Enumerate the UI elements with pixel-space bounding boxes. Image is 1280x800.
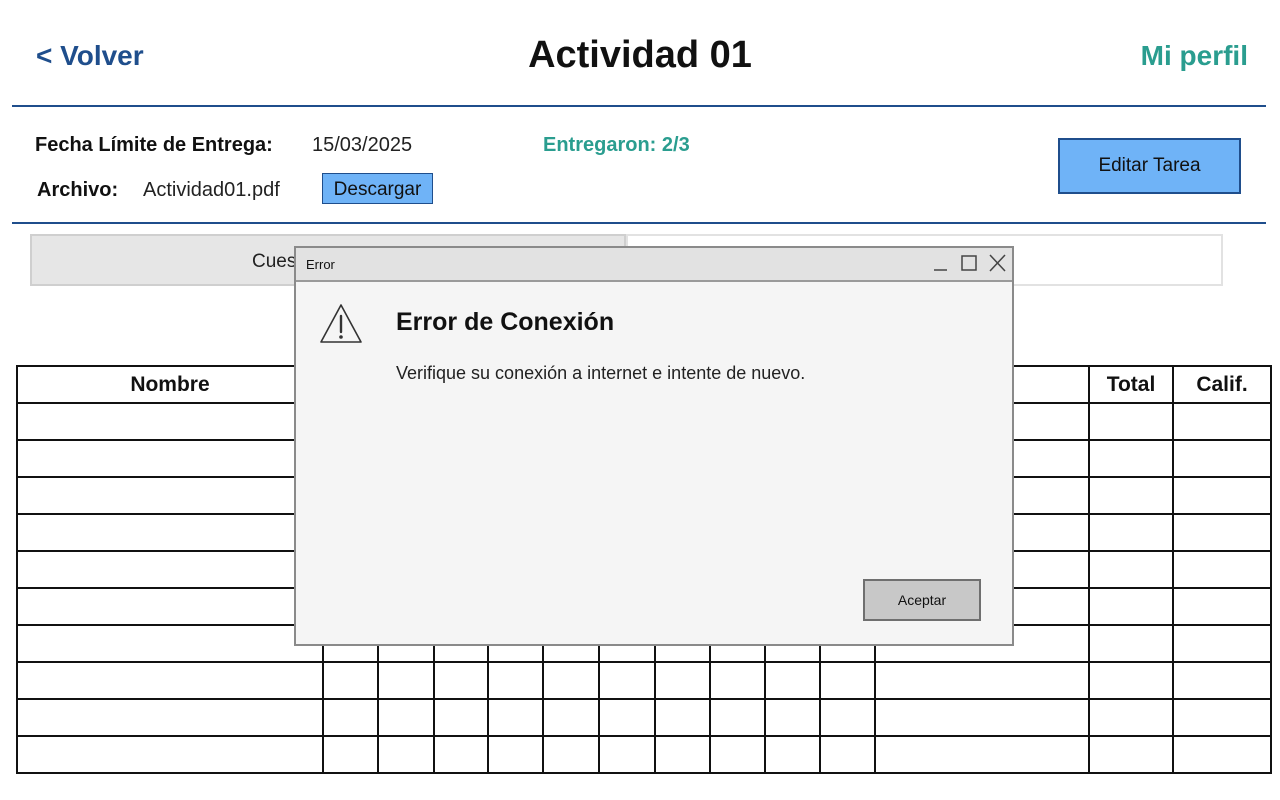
table-cell (1088, 402, 1174, 441)
deadline-label: Fecha Límite de Entrega: (35, 134, 273, 156)
table-cell (819, 698, 876, 737)
table-cell (709, 661, 766, 700)
error-dialog: Error Error de Conexión Verifique su con… (294, 246, 1014, 646)
table-row (16, 698, 1272, 737)
table-row (16, 735, 1272, 774)
table-cell (764, 698, 821, 737)
table-cell (1172, 476, 1272, 515)
info-divider (12, 222, 1266, 224)
tab-label: Cues (252, 251, 297, 272)
table-cell (433, 698, 489, 737)
table-cell (1172, 624, 1272, 663)
accept-button[interactable]: Aceptar (863, 579, 981, 621)
table-cell (16, 698, 324, 737)
table-cell (1172, 735, 1272, 774)
table-cell (654, 735, 711, 774)
close-icon[interactable] (986, 252, 1008, 274)
submissions-count: Entregaron: 2/3 (543, 134, 690, 156)
deadline-value: 15/03/2025 (312, 134, 413, 156)
column-header: Calif. (1172, 365, 1272, 404)
table-cell (377, 735, 435, 774)
page-title: Actividad 01 (528, 34, 752, 76)
table-cell (433, 735, 489, 774)
dialog-heading: Error de Conexión (396, 308, 615, 336)
table-cell (1088, 698, 1174, 737)
table-cell (487, 698, 544, 737)
table-cell (16, 402, 324, 441)
edit-task-button[interactable]: Editar Tarea (1058, 138, 1241, 194)
table-cell (487, 735, 544, 774)
table-cell (1172, 698, 1272, 737)
dialog-window-title: Error (306, 257, 335, 272)
table-cell (819, 661, 876, 700)
table-cell (1088, 476, 1174, 515)
table-cell (1172, 513, 1272, 552)
table-cell (322, 661, 379, 700)
table-cell (16, 624, 324, 663)
dialog-titlebar: Error (296, 248, 1012, 282)
download-button[interactable]: Descargar (322, 173, 433, 204)
table-cell (1172, 587, 1272, 626)
table-cell (1088, 735, 1174, 774)
profile-link[interactable]: Mi perfil (1141, 40, 1248, 72)
table-cell (874, 735, 1090, 774)
table-cell (874, 661, 1090, 700)
table-cell (377, 698, 435, 737)
minimize-icon[interactable] (930, 252, 952, 274)
table-cell (16, 587, 324, 626)
header-divider (12, 105, 1266, 107)
dialog-message: Verifique su conexión a internet e inten… (396, 363, 806, 383)
table-cell (1172, 402, 1272, 441)
table-cell (654, 698, 711, 737)
table-cell (1088, 550, 1174, 589)
table-cell (16, 735, 324, 774)
maximize-icon[interactable] (958, 252, 980, 274)
table-cell (1088, 439, 1174, 478)
table-cell (709, 698, 766, 737)
table-cell (819, 735, 876, 774)
table-cell (764, 735, 821, 774)
warning-icon (320, 304, 362, 343)
table-cell (1172, 439, 1272, 478)
table-row (16, 661, 1272, 700)
column-header: Total (1088, 365, 1174, 404)
table-cell (874, 698, 1090, 737)
table-cell (542, 661, 600, 700)
table-cell (654, 661, 711, 700)
table-cell (322, 698, 379, 737)
table-cell (487, 661, 544, 700)
table-cell (1088, 513, 1174, 552)
table-cell (16, 476, 324, 515)
table-cell (1088, 587, 1174, 626)
table-cell (1088, 624, 1174, 663)
table-cell (433, 661, 489, 700)
table-cell (598, 698, 656, 737)
file-label: Archivo: (37, 179, 119, 201)
file-name: Actividad01.pdf (143, 179, 280, 201)
table-cell (542, 735, 600, 774)
table-cell (542, 698, 600, 737)
table-cell (764, 661, 821, 700)
table-cell (598, 661, 656, 700)
table-cell (16, 661, 324, 700)
table-cell (377, 661, 435, 700)
table-cell (709, 735, 766, 774)
table-cell (322, 735, 379, 774)
table-cell (1172, 661, 1272, 700)
table-cell (16, 439, 324, 478)
table-cell (16, 550, 324, 589)
table-cell (1172, 550, 1272, 589)
column-header: Nombre (16, 365, 324, 404)
table-cell (598, 735, 656, 774)
table-cell (16, 513, 324, 552)
table-cell (1088, 661, 1174, 700)
